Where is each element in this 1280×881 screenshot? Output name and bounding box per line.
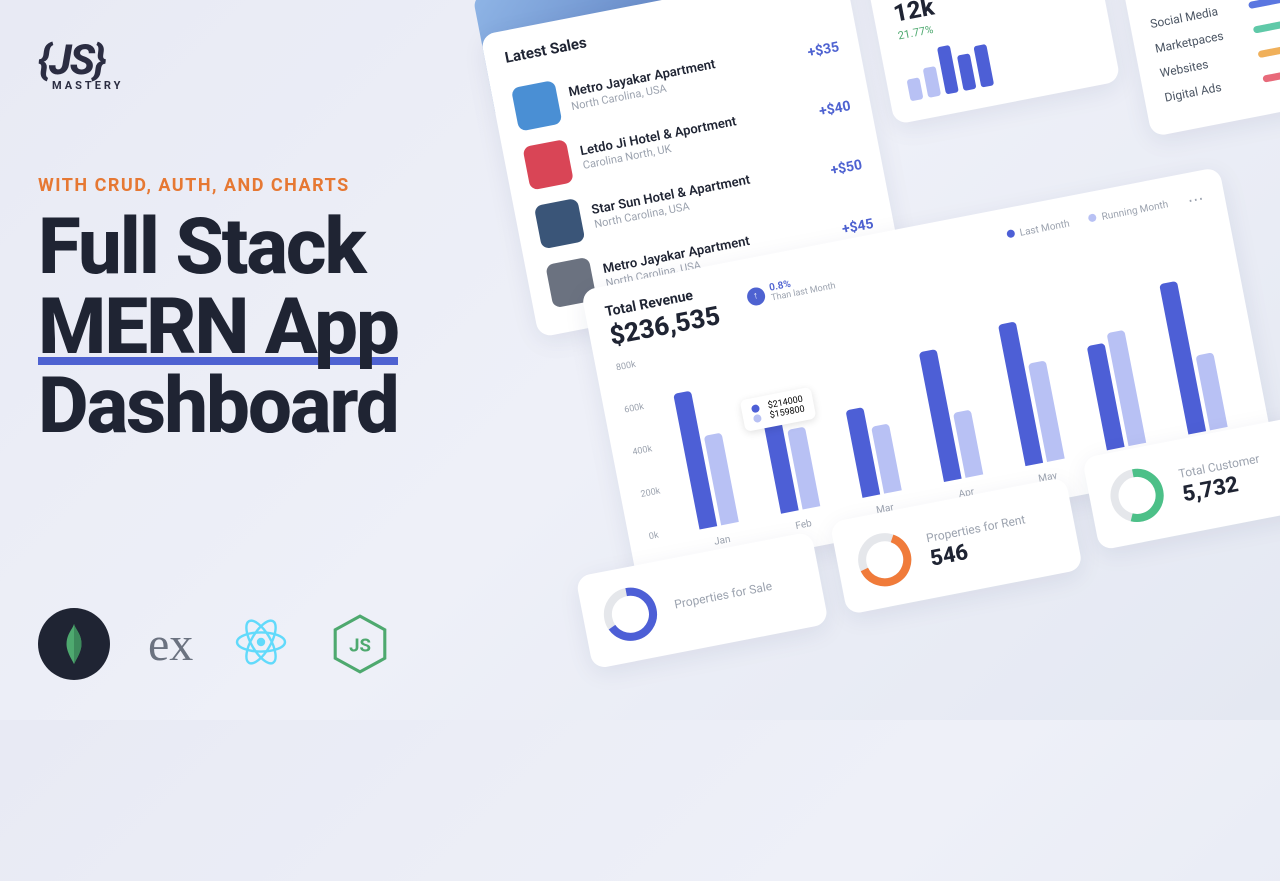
new-customers-card: 21.77% New Customers This Month 12k 21.7… [861,0,1121,125]
legend-running-month: Running Month [1101,199,1169,223]
sale-stat-label: Properties for Sale [673,579,773,612]
referrals-card: Property Referrals Social Media Marketpa… [1120,0,1280,137]
referral-label: Digital Ads [1163,74,1254,105]
jsm-logo: {JS} MASTERY [38,36,124,92]
headline-block: WITH CRUD, AUTH, AND CHARTS Full Stack M… [38,175,398,447]
donut-sale-icon [596,580,664,648]
sale-price: +$40 [818,98,852,120]
sale-thumb [522,139,574,191]
arrow-up-icon: ↑ [745,285,766,306]
month-column: May [991,283,1068,487]
chart-tooltip: $214000 $159800 [739,387,816,432]
referral-label: Websites [1159,49,1250,80]
month-column: Mar [828,315,905,519]
month-column: Jan [666,346,743,550]
react-icon [231,612,291,676]
title-line3: Dashboard [38,361,398,452]
dashboard-preview: Latest Sales Metro Jayakar Apartment Nor… [473,0,1280,880]
express-icon: ex [148,617,193,672]
month-column: Jun [1072,267,1149,471]
node-label: JS [349,634,371,656]
month-label: Jan [713,534,731,548]
subtitle: WITH CRUD, AUTH, AND CHARTS [38,175,398,196]
bar-last-month [845,407,880,498]
chart-legend: Last Month Running Month ⋯ [1005,188,1206,245]
title-line2: MERN App [38,288,398,368]
donut-customer-icon [1103,461,1171,529]
sale-price: +$50 [829,157,863,179]
tech-icons-row: ex JS [38,608,391,680]
title-line1: Full Stack [38,202,365,293]
donut-rent-icon [851,526,919,594]
month-column: Feb [747,330,824,534]
logo-mastery: MASTERY [52,79,124,92]
month-label: Feb [795,518,813,532]
month-column: Jul [1154,251,1231,455]
sale-thumb [511,80,563,132]
referral-label: Marketpaces [1154,25,1245,56]
legend-last-month: Last Month [1019,218,1071,238]
referral-bar [1248,0,1280,9]
nodejs-icon: JS [329,613,391,675]
kebab-icon[interactable]: ⋯ [1186,188,1206,210]
sale-price: +$35 [806,39,840,61]
properties-sale-card: Properties for Sale [575,531,829,669]
referral-label: Social Media [1149,0,1240,31]
sale-thumb [534,198,586,250]
logo-braces: {JS} [38,36,124,85]
mongodb-icon [38,608,110,680]
month-column: Apr [910,299,987,503]
main-title: Full Stack MERN App Dashboard [38,208,398,447]
